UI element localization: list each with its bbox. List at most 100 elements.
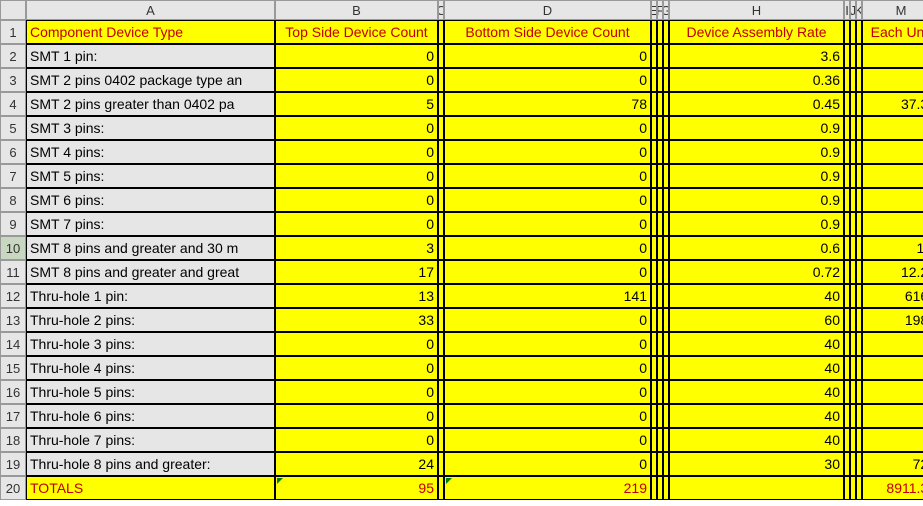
cell-B17[interactable]: 0 [275, 404, 438, 428]
cell-B18[interactable]: 0 [275, 428, 438, 452]
cell-M3[interactable]: 0 [862, 68, 923, 92]
cell-B19[interactable]: 24 [275, 452, 438, 476]
row-header-20[interactable]: 20 [0, 476, 26, 500]
cell-M6[interactable]: 0 [862, 140, 923, 164]
cell-A19[interactable]: Thru-hole 8 pins and greater: [26, 452, 275, 476]
row-header-19[interactable]: 19 [0, 452, 26, 476]
cell-D7[interactable]: 0 [444, 164, 651, 188]
cell-D12[interactable]: 141 [444, 284, 651, 308]
cell-H11[interactable]: 0.72 [669, 260, 844, 284]
col-header-D[interactable]: D [444, 0, 651, 20]
cell-H2[interactable]: 3.6 [669, 44, 844, 68]
cell-M17[interactable]: 0 [862, 404, 923, 428]
select-all-corner[interactable] [0, 0, 26, 20]
cell-H4[interactable]: 0.45 [669, 92, 844, 116]
row-header-13[interactable]: 13 [0, 308, 26, 332]
cell-M4[interactable]: 37.35 [862, 92, 923, 116]
cell-H12[interactable]: 40 [669, 284, 844, 308]
cell-B11[interactable]: 17 [275, 260, 438, 284]
spreadsheet-grid[interactable]: ABCDEFGHIJKM1Component Device TypeTop Si… [0, 0, 923, 500]
cell-M15[interactable]: 0 [862, 356, 923, 380]
cell-D17[interactable]: 0 [444, 404, 651, 428]
cell-A6[interactable]: SMT 4 pins: [26, 140, 275, 164]
cell-D18[interactable]: 0 [444, 428, 651, 452]
cell-B3[interactable]: 0 [275, 68, 438, 92]
cell-H6[interactable]: 0.9 [669, 140, 844, 164]
cell-H8[interactable]: 0.9 [669, 188, 844, 212]
cell-M2[interactable]: 0 [862, 44, 923, 68]
cell-A15[interactable]: Thru-hole 4 pins: [26, 356, 275, 380]
cell-D16[interactable]: 0 [444, 380, 651, 404]
cell-H3[interactable]: 0.36 [669, 68, 844, 92]
cell-M10[interactable]: 1.8 [862, 236, 923, 260]
col-header-H[interactable]: H [669, 0, 844, 20]
row-header-5[interactable]: 5 [0, 116, 26, 140]
cell-A1[interactable]: Component Device Type [26, 20, 275, 44]
cell-M8[interactable]: 0 [862, 188, 923, 212]
cell-B9[interactable]: 0 [275, 212, 438, 236]
row-header-17[interactable]: 17 [0, 404, 26, 428]
row-header-12[interactable]: 12 [0, 284, 26, 308]
row-header-7[interactable]: 7 [0, 164, 26, 188]
cell-M20[interactable]: 8911.39 [862, 476, 923, 500]
cell-D14[interactable]: 0 [444, 332, 651, 356]
cell-D15[interactable]: 0 [444, 356, 651, 380]
row-header-9[interactable]: 9 [0, 212, 26, 236]
row-header-16[interactable]: 16 [0, 380, 26, 404]
cell-D3[interactable]: 0 [444, 68, 651, 92]
cell-H16[interactable]: 40 [669, 380, 844, 404]
cell-D8[interactable]: 0 [444, 188, 651, 212]
cell-D5[interactable]: 0 [444, 116, 651, 140]
cell-B4[interactable]: 5 [275, 92, 438, 116]
cell-D11[interactable]: 0 [444, 260, 651, 284]
col-header-B[interactable]: B [275, 0, 438, 20]
cell-A9[interactable]: SMT 7 pins: [26, 212, 275, 236]
cell-A11[interactable]: SMT 8 pins and greater and great [26, 260, 275, 284]
cell-B16[interactable]: 0 [275, 380, 438, 404]
col-header-A[interactable]: A [26, 0, 275, 20]
cell-M12[interactable]: 6160 [862, 284, 923, 308]
cell-M11[interactable]: 12.24 [862, 260, 923, 284]
cell-A18[interactable]: Thru-hole 7 pins: [26, 428, 275, 452]
cell-H17[interactable]: 40 [669, 404, 844, 428]
cell-H18[interactable]: 40 [669, 428, 844, 452]
cell-H20[interactable] [669, 476, 844, 500]
cell-D20[interactable]: 219 [444, 476, 651, 500]
row-header-8[interactable]: 8 [0, 188, 26, 212]
row-header-18[interactable]: 18 [0, 428, 26, 452]
cell-H19[interactable]: 30 [669, 452, 844, 476]
cell-B20[interactable]: 95 [275, 476, 438, 500]
cell-A4[interactable]: SMT 2 pins greater than 0402 pa [26, 92, 275, 116]
cell-H10[interactable]: 0.6 [669, 236, 844, 260]
row-header-4[interactable]: 4 [0, 92, 26, 116]
cell-M1[interactable]: Each Unit [862, 20, 923, 44]
cell-A7[interactable]: SMT 5 pins: [26, 164, 275, 188]
cell-A13[interactable]: Thru-hole 2 pins: [26, 308, 275, 332]
cell-D4[interactable]: 78 [444, 92, 651, 116]
row-header-3[interactable]: 3 [0, 68, 26, 92]
cell-D19[interactable]: 0 [444, 452, 651, 476]
cell-M19[interactable]: 720 [862, 452, 923, 476]
cell-D1[interactable]: Bottom Side Device Count [444, 20, 651, 44]
cell-H15[interactable]: 40 [669, 356, 844, 380]
cell-M14[interactable]: 0 [862, 332, 923, 356]
cell-D2[interactable]: 0 [444, 44, 651, 68]
cell-B6[interactable]: 0 [275, 140, 438, 164]
cell-A10[interactable]: SMT 8 pins and greater and 30 m [26, 236, 275, 260]
cell-B8[interactable]: 0 [275, 188, 438, 212]
cell-B5[interactable]: 0 [275, 116, 438, 140]
cell-H14[interactable]: 40 [669, 332, 844, 356]
cell-M16[interactable]: 0 [862, 380, 923, 404]
row-header-6[interactable]: 6 [0, 140, 26, 164]
cell-M5[interactable]: 0 [862, 116, 923, 140]
row-header-14[interactable]: 14 [0, 332, 26, 356]
cell-H1[interactable]: Device Assembly Rate [669, 20, 844, 44]
cell-B1[interactable]: Top Side Device Count [275, 20, 438, 44]
cell-H9[interactable]: 0.9 [669, 212, 844, 236]
cell-B10[interactable]: 3 [275, 236, 438, 260]
cell-B13[interactable]: 33 [275, 308, 438, 332]
cell-H7[interactable]: 0.9 [669, 164, 844, 188]
cell-M7[interactable]: 0 [862, 164, 923, 188]
cell-A8[interactable]: SMT 6 pins: [26, 188, 275, 212]
cell-A16[interactable]: Thru-hole 5 pins: [26, 380, 275, 404]
